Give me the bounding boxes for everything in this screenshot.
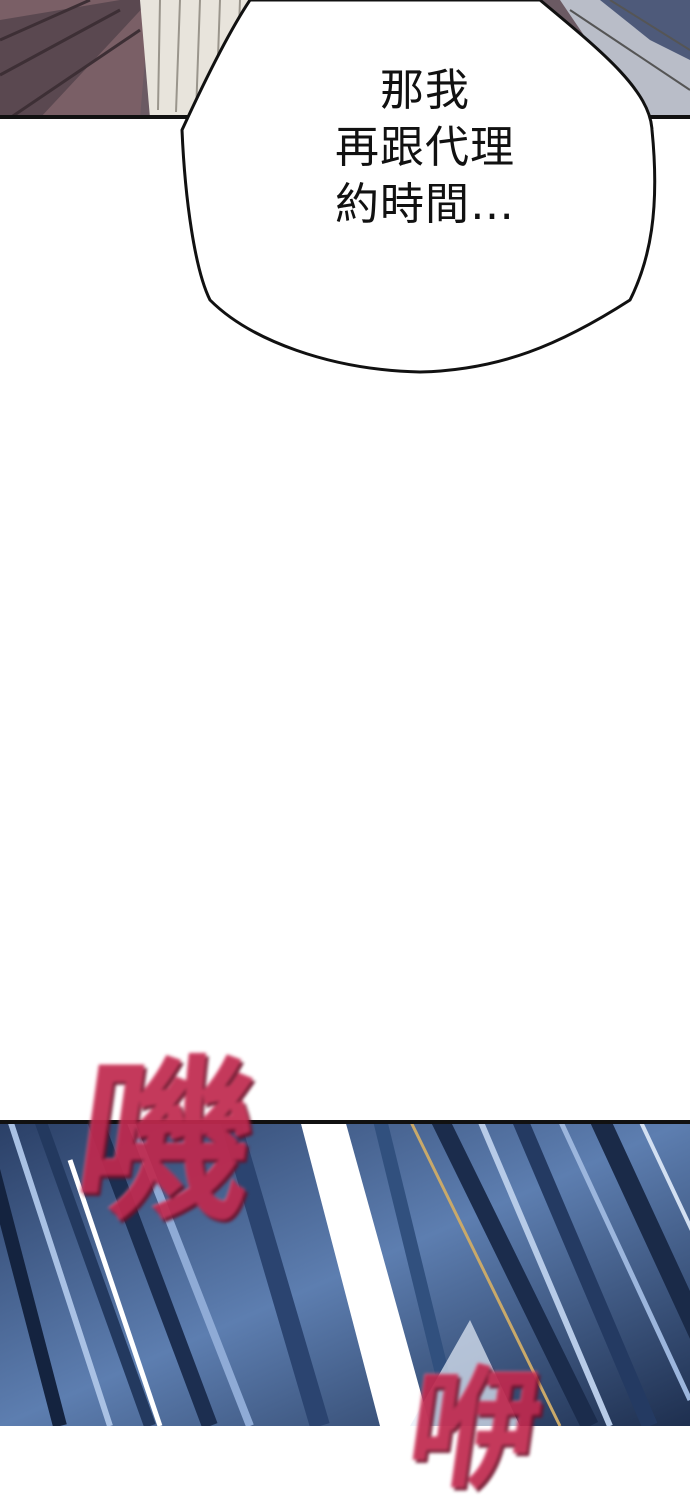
sound-effect-text: 咿 xyxy=(399,1353,551,1506)
speech-bubble-text: 那我 再跟代理 約時間… xyxy=(290,62,560,233)
bubble-line: 那我 xyxy=(380,65,470,116)
sound-effect-text: 嘰 xyxy=(63,1038,269,1245)
bubble-line: 約時間… xyxy=(335,179,515,230)
bubble-line: 再跟代理 xyxy=(335,122,515,173)
